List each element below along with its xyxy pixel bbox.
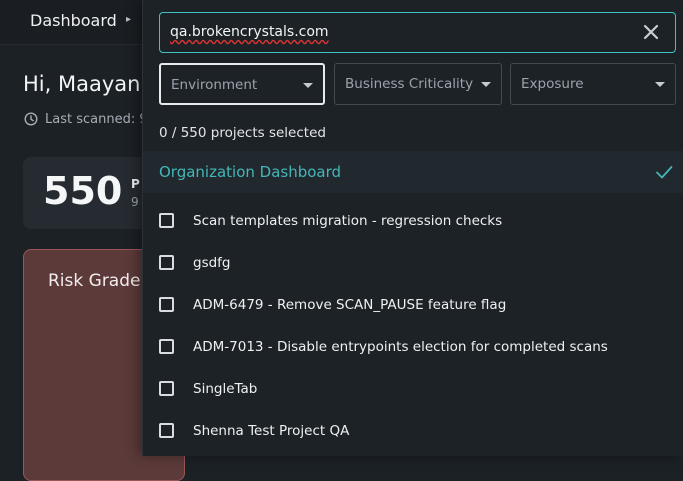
project-count-value: 550 [43,169,123,213]
project-count-sub: 9 [131,195,139,209]
project-list-item[interactable]: ADM-6479 - Remove SCAN_PAUSE feature fla… [143,284,683,326]
environment-filter[interactable]: Environment [159,63,325,105]
project-name: ADM-6479 - Remove SCAN_PAUSE feature fla… [193,297,507,313]
organization-dashboard-label: Organization Dashboard [159,163,342,181]
caret-down-icon [655,82,665,87]
close-icon[interactable] [641,22,661,42]
business-criticality-filter[interactable]: Business Criticality [334,63,502,105]
selected-projects-count: 0 / 550 projects selected [159,125,326,141]
project-list-item[interactable]: ADM-7013 - Disable entrypoints election … [143,326,683,368]
project-name: Shenna Test Project QA [193,423,350,439]
caret-down-icon [303,83,313,88]
project-list-item[interactable]: Shenna Test Project QA [143,410,683,452]
project-checkbox[interactable] [159,255,174,270]
caret-down-icon [481,82,491,87]
project-name: ADM-7013 - Disable entrypoints election … [193,339,608,355]
greeting-title: Hi, Maayan [23,72,141,96]
last-scanned-text: Last scanned: 9 [45,112,148,127]
organization-dashboard-option[interactable]: Organization Dashboard [143,151,683,193]
project-checkbox[interactable] [159,381,174,396]
project-name: gsdfg [193,255,231,271]
environment-filter-label: Environment [171,77,258,93]
business-criticality-filter-label: Business Criticality [345,76,474,92]
project-list-item[interactable]: Scan templates migration - regression ch… [143,200,683,242]
project-list-item[interactable]: SingleTab [143,368,683,410]
project-checkbox[interactable] [159,423,174,438]
project-count-label: P [131,177,140,191]
exposure-filter-label: Exposure [521,76,584,92]
project-name: Scan templates migration - regression ch… [193,213,503,229]
exposure-filter[interactable]: Exposure [510,63,676,105]
project-checkbox[interactable] [159,339,174,354]
search-input-value[interactable]: qa.brokencrystals.com [170,24,329,40]
risk-grade-title: Risk Grade [48,271,141,291]
breadcrumb-chevron-icon: ▸ [126,14,132,25]
project-checkbox[interactable] [159,297,174,312]
project-list-item[interactable]: gsdfg [143,242,683,284]
project-checkbox[interactable] [159,213,174,228]
breadcrumb-dashboard[interactable]: Dashboard [30,11,117,30]
check-icon [656,166,673,179]
clock-icon [24,112,38,126]
project-name: SingleTab [193,381,258,397]
project-search-input[interactable]: qa.brokencrystals.com [159,12,676,53]
project-selector-dropdown: qa.brokencrystals.com Environment Busine… [142,0,683,456]
